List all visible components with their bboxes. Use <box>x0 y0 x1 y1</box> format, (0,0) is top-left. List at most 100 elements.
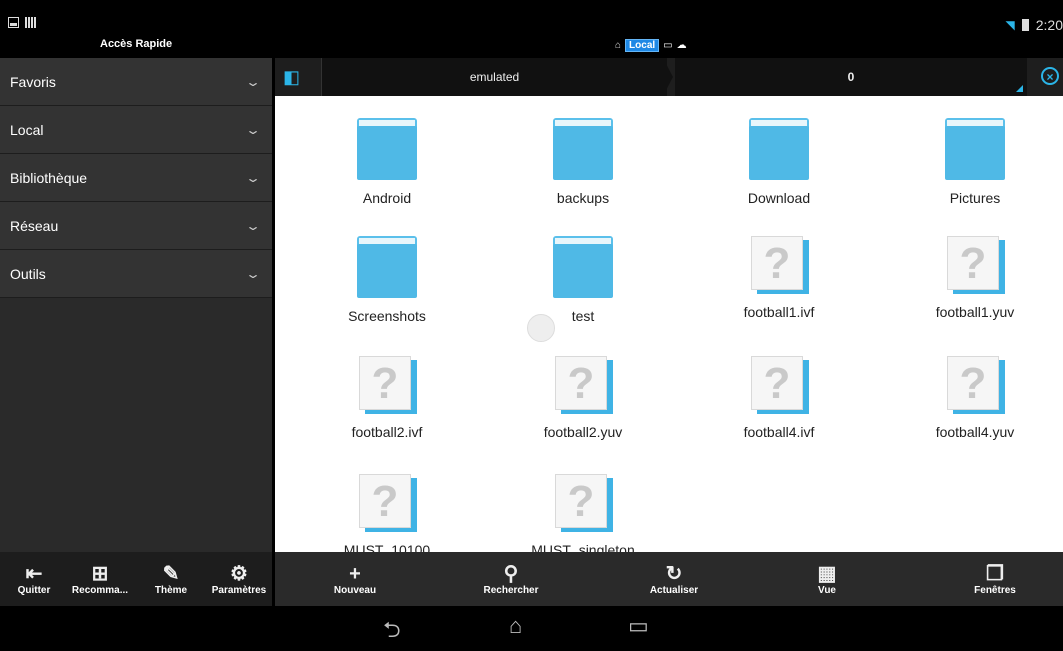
home-nav-icon[interactable]: ⌂ <box>509 613 522 639</box>
close-icon[interactable]: × <box>1041 67 1059 85</box>
folder-icon <box>945 118 1005 180</box>
search-label: Rechercher <box>483 584 539 596</box>
folder-icon <box>357 118 417 180</box>
windows-icon: ❐ <box>986 562 1004 585</box>
sidebar-item-bibliotheque[interactable]: Bibliothèque ⌄ <box>0 154 272 202</box>
file-item[interactable]: ? MUST_10100 <box>289 474 485 552</box>
file-item[interactable]: ? football1.yuv <box>877 236 1063 320</box>
wifi-icon: ◥ <box>1005 18 1015 32</box>
file-item[interactable]: ? football1.ivf <box>681 236 877 320</box>
sidebar-toolbar: ⇤ Quitter ⊞ Recomma... ✎ Thème ⚙ Paramèt… <box>0 552 272 606</box>
file-name: Android <box>362 190 412 206</box>
unknown-file-icon: ? <box>359 356 417 414</box>
breadcrumb-segment-current[interactable]: 0 <box>675 58 1027 96</box>
refresh-label: Actualiser <box>649 584 699 596</box>
chevron-down-icon: ⌄ <box>244 266 262 281</box>
folder-item[interactable]: Pictures <box>877 118 1063 206</box>
sliders-icon: ⚙ <box>230 562 248 585</box>
chevron-down-icon: ⌄ <box>244 218 262 233</box>
file-name: MUST_10100 <box>343 542 431 552</box>
folder-item[interactable]: test <box>485 236 681 324</box>
breadcrumb-segment[interactable]: emulated <box>321 58 667 96</box>
dropdown-corner-icon <box>1016 85 1023 92</box>
chevron-down-icon: ⌄ <box>244 74 262 89</box>
sidebar-item-label: Favoris <box>10 73 56 90</box>
sidebar-item-label: Réseau <box>10 217 59 234</box>
search-button[interactable]: ⚲ Rechercher <box>471 552 551 606</box>
chevron-down-icon: ⌄ <box>244 122 262 137</box>
file-name: MUST_singleton <box>531 542 635 552</box>
file-name: Pictures <box>949 190 1001 206</box>
file-item[interactable]: ? football4.yuv <box>877 356 1063 440</box>
notification-icons <box>8 17 37 28</box>
quit-label: Quitter <box>17 584 51 596</box>
recent-apps-icon[interactable]: ▭ <box>628 613 649 639</box>
file-name: Download <box>747 190 811 206</box>
location-indicator: ⌂ Local ▭ ☁ <box>615 39 687 52</box>
new-label: Nouveau <box>333 584 377 596</box>
file-name: backups <box>556 190 610 206</box>
view-label: Vue <box>818 584 836 596</box>
sidebar-item-label: Local <box>10 121 44 138</box>
breadcrumb-separator <box>663 58 673 96</box>
cloud-icon: ☁ <box>676 40 687 51</box>
sidebar-item-local[interactable]: Local ⌄ <box>0 106 272 154</box>
file-name: football2.yuv <box>543 424 623 440</box>
settings-button[interactable]: ⚙ Paramètres <box>206 552 272 606</box>
file-item[interactable]: ? MUST_singleton <box>485 474 681 552</box>
battery-icon <box>1021 19 1029 31</box>
plus-icon: + <box>349 562 361 585</box>
folder-icon <box>749 118 809 180</box>
search-icon: ⚲ <box>503 562 519 585</box>
main-toolbar: + Nouveau ⚲ Rechercher ↻ Actualiser ▦ Vu… <box>275 552 1063 606</box>
file-name: football2.ivf <box>351 424 423 440</box>
screenshot-notification-icon <box>8 17 19 28</box>
folder-icon <box>553 236 613 298</box>
back-icon[interactable]: ⮌ <box>383 613 401 651</box>
file-item[interactable]: ? football2.yuv <box>485 356 681 440</box>
file-name: football4.yuv <box>935 424 1015 440</box>
breadcrumb-label: 0 <box>847 70 855 84</box>
home-icon: ⌂ <box>615 40 622 51</box>
recommend-button[interactable]: ⊞ Recomma... <box>68 552 132 606</box>
status-bar: Accès Rapide ⌂ Local ▭ ☁ ◥ 2:20 <box>0 0 1063 58</box>
path-bar: ◧ emulated 0 × <box>275 58 1063 96</box>
chevron-down-icon: ⌄ <box>244 170 262 185</box>
file-name: Screenshots <box>348 308 426 324</box>
navigation-bar: ⮌ ⌂ ▭ <box>0 606 1063 644</box>
sidebar-item-favoris[interactable]: Favoris ⌄ <box>0 58 272 106</box>
network-toggle-icon[interactable]: ◧ <box>283 67 300 88</box>
gift-icon: ⊞ <box>91 562 109 585</box>
folder-item[interactable]: Download <box>681 118 877 206</box>
file-grid: Android backups Download Pictures Screenshot… <box>275 96 1063 552</box>
view-button[interactable]: ▦ Vue <box>787 552 867 606</box>
refresh-button[interactable]: ↻ Actualiser <box>634 552 714 606</box>
folder-item[interactable]: Android <box>289 118 485 206</box>
local-chip: Local <box>625 39 660 52</box>
storage-icon: ▭ <box>663 40 673 51</box>
settings-label: Paramètres <box>211 584 267 596</box>
unknown-file-icon: ? <box>359 474 417 532</box>
app-title: Accès Rapide <box>100 38 173 50</box>
unknown-file-icon: ? <box>947 236 1005 294</box>
unknown-file-icon: ? <box>751 236 809 294</box>
sidebar-item-outils[interactable]: Outils ⌄ <box>0 250 272 298</box>
sidebar-item-reseau[interactable]: Réseau ⌄ <box>0 202 272 250</box>
windows-button[interactable]: ❐ Fenêtres <box>955 552 1035 606</box>
file-item[interactable]: ? football2.ivf <box>289 356 485 440</box>
theme-button[interactable]: ✎ Thème <box>143 552 199 606</box>
folder-icon <box>553 118 613 180</box>
unknown-file-icon: ? <box>555 356 613 414</box>
clock: 2:20 <box>1035 17 1063 33</box>
sidebar: Favoris ⌄ Local ⌄ Bibliothèque ⌄ Réseau … <box>0 58 272 552</box>
quit-button[interactable]: ⇤ Quitter <box>6 552 62 606</box>
file-item[interactable]: ? football4.ivf <box>681 356 877 440</box>
folder-item[interactable]: backups <box>485 118 681 206</box>
new-button[interactable]: + Nouveau <box>315 552 395 606</box>
barcode-notification-icon <box>25 17 37 28</box>
file-name: football1.ivf <box>743 304 815 320</box>
file-name: football4.ivf <box>743 424 815 440</box>
folder-item[interactable]: Screenshots <box>289 236 485 324</box>
file-name: football1.yuv <box>935 304 1015 320</box>
unknown-file-icon: ? <box>555 474 613 532</box>
